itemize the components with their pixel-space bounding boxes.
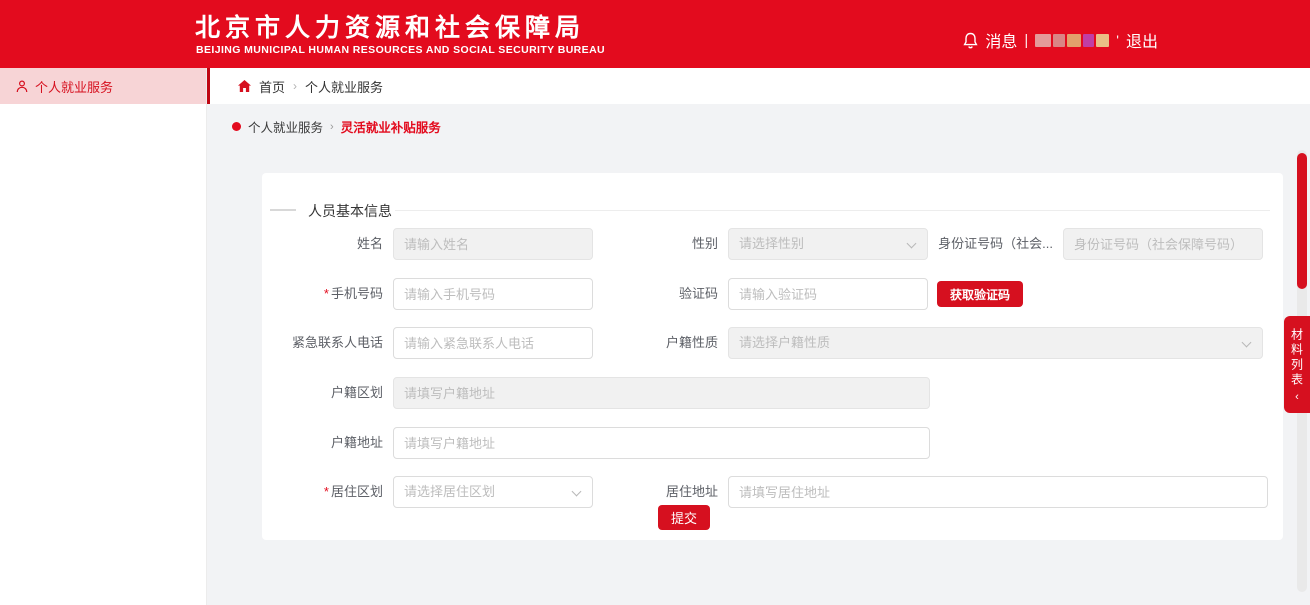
- submit-button[interactable]: 提交: [658, 505, 710, 530]
- required-mark: *: [324, 286, 329, 301]
- bell-icon: [963, 32, 978, 49]
- breadcrumb-current[interactable]: 个人就业服务: [305, 77, 383, 96]
- breadcrumb: 首页 › 个人就业服务: [210, 68, 1310, 104]
- username-redacted: [1035, 34, 1109, 47]
- hukou-district-input[interactable]: [393, 377, 930, 409]
- captcha-input[interactable]: [728, 278, 928, 310]
- sidebar: 个人就业服务: [0, 68, 207, 605]
- material-list-tab[interactable]: 材料列表 ‹: [1284, 316, 1310, 413]
- site-subtitle: BEIJING MUNICIPAL HUMAN RESOURCES AND SO…: [196, 44, 605, 56]
- required-mark: *: [324, 484, 329, 499]
- phone-input[interactable]: [393, 278, 593, 310]
- chevron-down-icon: [1242, 338, 1252, 348]
- gender-label: 性别: [598, 228, 718, 260]
- hukou-type-label: 户籍性质: [598, 327, 718, 359]
- hukou-address-label: 户籍地址: [262, 427, 383, 459]
- residence-district-label: *居住区划: [262, 476, 383, 508]
- section-divider-line: [395, 210, 1270, 211]
- breadcrumb-separator: ›: [293, 79, 297, 93]
- phone-label: *手机号码: [262, 278, 383, 310]
- gender-select-placeholder: 请选择性别: [739, 236, 804, 251]
- get-code-button[interactable]: 获取验证码: [937, 281, 1023, 307]
- messages-link[interactable]: 消息: [985, 28, 1017, 52]
- sidebar-item-label: 个人就业服务: [35, 77, 113, 96]
- breadcrumb-home[interactable]: 首页: [259, 77, 285, 96]
- sidebar-item-personal-employment[interactable]: 个人就业服务: [0, 68, 206, 104]
- hukou-type-select-placeholder: 请选择户籍性质: [739, 335, 830, 350]
- residence-address-input[interactable]: [728, 476, 1268, 508]
- app-header: 北京市人力资源和社会保障局 BEIJING MUNICIPAL HUMAN RE…: [0, 0, 1310, 68]
- emergency-phone-label: 紧急联系人电话: [262, 327, 383, 359]
- id-number-input[interactable]: [1063, 228, 1263, 260]
- hukou-district-label: 户籍区划: [262, 377, 383, 409]
- chevron-down-icon: [572, 487, 582, 497]
- page: 北京市人力资源和社会保障局 BEIJING MUNICIPAL HUMAN RE…: [0, 0, 1310, 605]
- header-actions: 消息 | ' 退出: [963, 28, 1158, 52]
- residence-district-select-placeholder: 请选择居住区划: [404, 484, 495, 499]
- residence-district-select[interactable]: 请选择居住区划: [393, 476, 593, 508]
- name-input[interactable]: [393, 228, 593, 260]
- sub-breadcrumb: 个人就业服务 › 灵活就业补贴服务: [232, 117, 441, 136]
- header-separator: |: [1024, 32, 1028, 49]
- scrollbar-thumb[interactable]: [1297, 153, 1307, 289]
- site-title: 北京市人力资源和社会保障局: [195, 8, 585, 44]
- name-label: 姓名: [262, 228, 383, 260]
- section-dash: [270, 209, 296, 211]
- bullet-dot-icon: [232, 122, 241, 131]
- sub-breadcrumb-current[interactable]: 灵活就业补贴服务: [341, 117, 441, 136]
- material-list-tab-label: 材料列表: [1289, 328, 1306, 388]
- hukou-address-input[interactable]: [393, 427, 930, 459]
- residence-address-label: 居住地址: [598, 476, 718, 508]
- captcha-label: 验证码: [598, 278, 718, 310]
- person-icon: [16, 80, 28, 93]
- sub-breadcrumb-parent[interactable]: 个人就业服务: [248, 117, 323, 136]
- section-title: 人员基本信息: [308, 201, 392, 221]
- logout-link[interactable]: 退出: [1126, 28, 1158, 52]
- sub-breadcrumb-separator: ›: [330, 121, 334, 133]
- hukou-type-select[interactable]: 请选择户籍性质: [728, 327, 1263, 359]
- emergency-phone-input[interactable]: [393, 327, 593, 359]
- form-card: 人员基本信息 姓名 性别 请选择性别 身份证号码（社会... *手机号码 验证码…: [262, 173, 1283, 540]
- id-number-label: 身份证号码（社会...: [863, 228, 1053, 260]
- home-icon: [238, 80, 251, 92]
- username-suffix: ': [1116, 32, 1119, 48]
- chevron-left-icon: ‹: [1295, 392, 1299, 402]
